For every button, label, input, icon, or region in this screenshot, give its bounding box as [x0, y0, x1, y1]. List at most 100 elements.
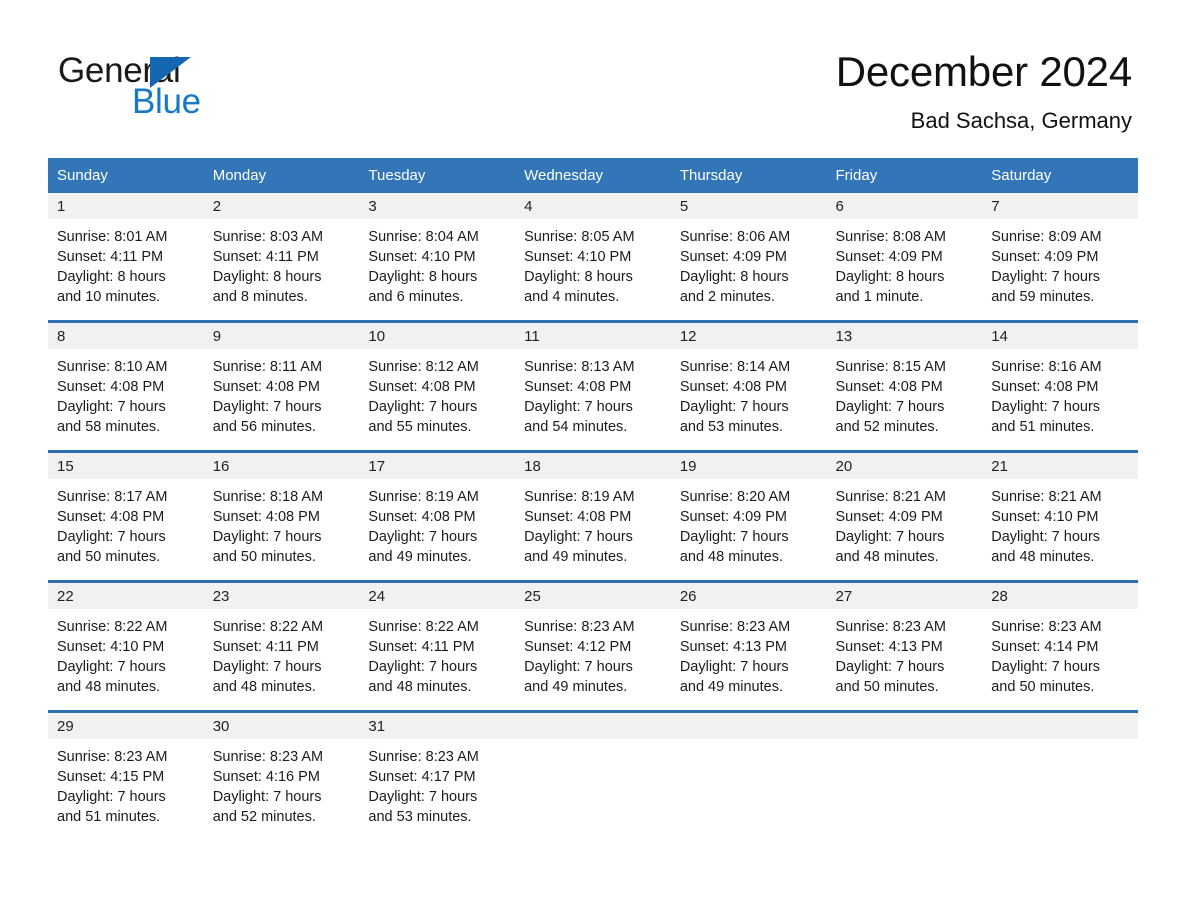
day-cell[interactable]: 30 Sunrise: 8:23 AM Sunset: 4:16 PM Dayl…: [203, 710, 360, 840]
daylight-text-line2: and 48 minutes.: [835, 549, 939, 565]
daylight-text-line1: Daylight: 7 hours: [835, 659, 945, 675]
day-cell[interactable]: 26 Sunrise: 8:23 AM Sunset: 4:13 PM Dayl…: [670, 580, 827, 712]
day-cell[interactable]: 23 Sunrise: 8:22 AM Sunset: 4:11 PM Dayl…: [203, 580, 360, 712]
day-number: 23: [203, 583, 360, 609]
day-number: [982, 713, 1138, 739]
day-cell[interactable]: 12 Sunrise: 8:14 AM Sunset: 4:08 PM Dayl…: [670, 320, 827, 452]
daylight-text-line2: and 58 minutes.: [57, 419, 161, 435]
day-details: Sunrise: 8:10 AM Sunset: 4:08 PM Dayligh…: [48, 349, 204, 450]
daylight-text-line2: and 1 minute.: [835, 289, 924, 305]
daylight-text-line1: Daylight: 7 hours: [212, 529, 322, 545]
sunset-text: Sunset: 4:08 PM: [57, 379, 165, 395]
day-cell[interactable]: 13 Sunrise: 8:15 AM Sunset: 4:08 PM Dayl…: [826, 320, 983, 452]
day-cell[interactable]: 1 Sunrise: 8:01 AM Sunset: 4:11 PM Dayli…: [48, 193, 204, 322]
sunset-text: Sunset: 4:10 PM: [368, 249, 476, 265]
day-details: Sunrise: 8:21 AM Sunset: 4:09 PM Dayligh…: [827, 479, 983, 580]
week-row: 8 Sunrise: 8:10 AM Sunset: 4:08 PM Dayli…: [48, 320, 1138, 452]
day-number: 10: [359, 323, 516, 349]
day-cell[interactable]: 8 Sunrise: 8:10 AM Sunset: 4:08 PM Dayli…: [48, 320, 204, 452]
sunset-text: Sunset: 4:16 PM: [212, 769, 320, 785]
daylight-text-line1: Daylight: 8 hours: [679, 269, 789, 285]
day-details: Sunrise: 8:14 AM Sunset: 4:08 PM Dayligh…: [671, 349, 827, 450]
day-cell[interactable]: 21 Sunrise: 8:21 AM Sunset: 4:10 PM Dayl…: [982, 450, 1138, 582]
calendar-table: Sunday Monday Tuesday Wednesday Thursday…: [48, 158, 1138, 840]
daylight-text-line2: and 49 minutes.: [524, 549, 628, 565]
day-details: Sunrise: 8:23 AM Sunset: 4:14 PM Dayligh…: [982, 609, 1138, 710]
daylight-text-line1: Daylight: 7 hours: [212, 789, 322, 805]
daylight-text-line2: and 59 minutes.: [991, 289, 1095, 305]
day-cell[interactable]: 22 Sunrise: 8:22 AM Sunset: 4:10 PM Dayl…: [48, 580, 204, 712]
day-cell[interactable]: 19 Sunrise: 8:20 AM Sunset: 4:09 PM Dayl…: [670, 450, 827, 582]
daylight-text-line2: and 48 minutes.: [212, 679, 316, 695]
sunset-text: Sunset: 4:08 PM: [679, 379, 788, 395]
sunrise-text: Sunrise: 8:15 AM: [835, 359, 946, 375]
sunrise-text: Sunrise: 8:14 AM: [679, 359, 791, 375]
sunrise-text: Sunrise: 8:18 AM: [212, 489, 324, 505]
daylight-text-line1: Daylight: 7 hours: [679, 399, 789, 415]
week-row: 29 Sunrise: 8:23 AM Sunset: 4:15 PM Dayl…: [48, 710, 1138, 840]
day-cell[interactable]: 3 Sunrise: 8:04 AM Sunset: 4:10 PM Dayli…: [359, 193, 516, 322]
day-number: 22: [48, 583, 204, 609]
day-cell[interactable]: 25 Sunrise: 8:23 AM Sunset: 4:12 PM Dayl…: [515, 580, 671, 712]
day-cell[interactable]: 2 Sunrise: 8:03 AM Sunset: 4:11 PM Dayli…: [203, 193, 360, 322]
sunset-text: Sunset: 4:09 PM: [991, 249, 1099, 265]
day-cell[interactable]: 7 Sunrise: 8:09 AM Sunset: 4:09 PM Dayli…: [982, 193, 1138, 322]
day-cell[interactable]: 18 Sunrise: 8:19 AM Sunset: 4:08 PM Dayl…: [515, 450, 671, 582]
day-cell[interactable]: 11 Sunrise: 8:13 AM Sunset: 4:08 PM Dayl…: [515, 320, 671, 452]
day-cell[interactable]: 31 Sunrise: 8:23 AM Sunset: 4:17 PM Dayl…: [359, 710, 516, 840]
day-cell[interactable]: 6 Sunrise: 8:08 AM Sunset: 4:09 PM Dayli…: [826, 193, 983, 322]
day-cell[interactable]: 17 Sunrise: 8:19 AM Sunset: 4:08 PM Dayl…: [359, 450, 516, 582]
weekday-header-friday: Friday: [826, 158, 983, 193]
sunset-text: Sunset: 4:09 PM: [679, 249, 788, 265]
daylight-text-line1: Daylight: 7 hours: [57, 659, 166, 675]
daylight-text-line2: and 51 minutes.: [991, 419, 1095, 435]
day-number: 29: [48, 713, 204, 739]
sunset-text: Sunset: 4:14 PM: [991, 639, 1099, 655]
day-cell[interactable]: 20 Sunrise: 8:21 AM Sunset: 4:09 PM Dayl…: [826, 450, 983, 582]
calendar-page: General Blue December 2024 Bad Sachsa, G…: [0, 0, 1188, 918]
sunrise-text: Sunrise: 8:23 AM: [679, 619, 791, 635]
day-cell[interactable]: 24 Sunrise: 8:22 AM Sunset: 4:11 PM Dayl…: [359, 580, 516, 712]
daylight-text-line2: and 50 minutes.: [835, 679, 939, 695]
day-number: 16: [203, 453, 360, 479]
day-cell[interactable]: 9 Sunrise: 8:11 AM Sunset: 4:08 PM Dayli…: [203, 320, 360, 452]
calendar-body: 1 Sunrise: 8:01 AM Sunset: 4:11 PM Dayli…: [48, 193, 1138, 840]
sunset-text: Sunset: 4:13 PM: [679, 639, 788, 655]
daylight-text-line2: and 50 minutes.: [212, 549, 316, 565]
day-cell-empty: [982, 710, 1138, 840]
weekday-header-monday: Monday: [203, 158, 360, 193]
day-cell[interactable]: 14 Sunrise: 8:16 AM Sunset: 4:08 PM Dayl…: [982, 320, 1138, 452]
daylight-text-line1: Daylight: 7 hours: [57, 399, 166, 415]
day-details: Sunrise: 8:21 AM Sunset: 4:10 PM Dayligh…: [982, 479, 1138, 580]
sunset-text: Sunset: 4:12 PM: [524, 639, 632, 655]
daylight-text-line1: Daylight: 8 hours: [368, 269, 478, 285]
sunrise-text: Sunrise: 8:13 AM: [524, 359, 635, 375]
sunrise-text: Sunrise: 8:21 AM: [835, 489, 946, 505]
daylight-text-line1: Daylight: 7 hours: [368, 399, 478, 415]
sunrise-text: Sunrise: 8:04 AM: [368, 229, 479, 245]
day-cell[interactable]: 10 Sunrise: 8:12 AM Sunset: 4:08 PM Dayl…: [359, 320, 516, 452]
day-number: 3: [359, 193, 516, 219]
day-cell[interactable]: 5 Sunrise: 8:06 AM Sunset: 4:09 PM Dayli…: [670, 193, 827, 322]
sunset-text: Sunset: 4:08 PM: [835, 379, 943, 395]
daylight-text-line1: Daylight: 7 hours: [57, 789, 166, 805]
day-number: 24: [359, 583, 516, 609]
day-cell[interactable]: 27 Sunrise: 8:23 AM Sunset: 4:13 PM Dayl…: [826, 580, 983, 712]
sunrise-text: Sunrise: 8:23 AM: [57, 749, 168, 765]
day-cell[interactable]: 28 Sunrise: 8:23 AM Sunset: 4:14 PM Dayl…: [982, 580, 1138, 712]
day-number: 15: [48, 453, 204, 479]
day-cell[interactable]: 16 Sunrise: 8:18 AM Sunset: 4:08 PM Dayl…: [203, 450, 360, 582]
day-cell[interactable]: 15 Sunrise: 8:17 AM Sunset: 4:08 PM Dayl…: [48, 450, 204, 582]
day-details: [982, 739, 1138, 840]
day-cell[interactable]: 29 Sunrise: 8:23 AM Sunset: 4:15 PM Dayl…: [48, 710, 204, 840]
daylight-text-line2: and 52 minutes.: [212, 809, 316, 825]
daylight-text-line2: and 48 minutes.: [368, 679, 472, 695]
generalblue-logo[interactable]: General Blue: [58, 52, 318, 124]
day-number: 19: [670, 453, 827, 479]
day-details: Sunrise: 8:23 AM Sunset: 4:13 PM Dayligh…: [671, 609, 827, 710]
daylight-text-line1: Daylight: 7 hours: [991, 529, 1101, 545]
daylight-text-line2: and 51 minutes.: [57, 809, 161, 825]
day-cell[interactable]: 4 Sunrise: 8:05 AM Sunset: 4:10 PM Dayli…: [515, 193, 671, 322]
sunrise-text: Sunrise: 8:06 AM: [679, 229, 791, 245]
sunrise-text: Sunrise: 8:21 AM: [991, 489, 1102, 505]
